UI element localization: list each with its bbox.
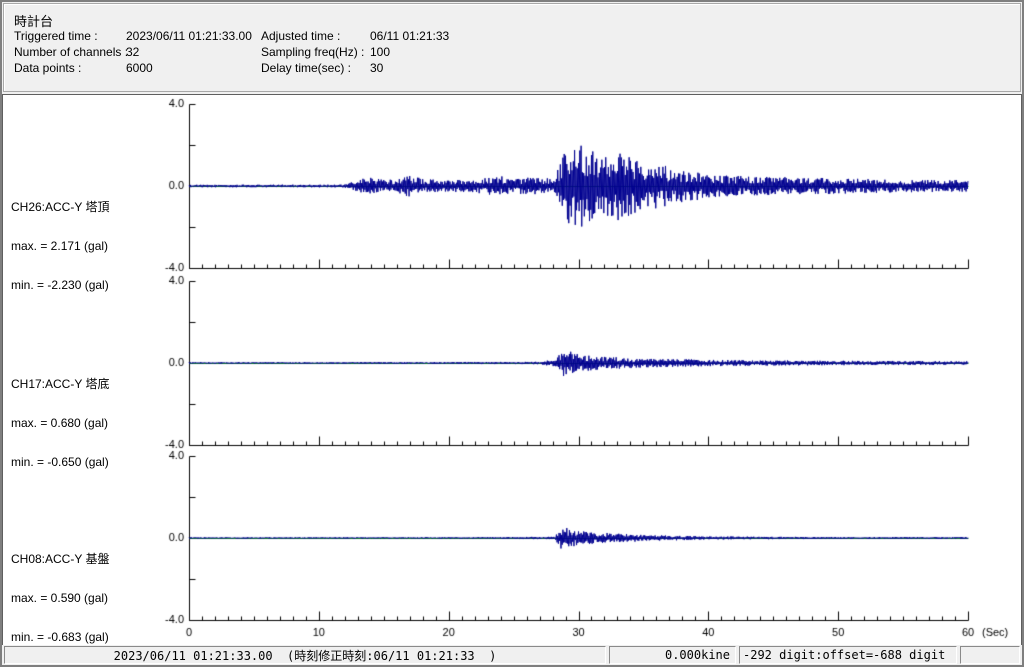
data-points-value: 6000 bbox=[126, 61, 153, 75]
status-time-panel: 2023/06/11 01:21:33.00 (時刻修正時刻:06/11 01:… bbox=[4, 646, 606, 664]
channel-name: CH17:ACC-Y 塔底 bbox=[11, 377, 110, 391]
delay-time-value: 30 bbox=[370, 61, 384, 75]
header-row: Number of channels : 32 Sampling freq(Hz… bbox=[4, 45, 1020, 59]
status-kine-value: 0.000kine bbox=[664, 648, 730, 662]
num-channels-label: Number of channels : bbox=[14, 45, 129, 59]
delay-time-label: Delay time(sec) : bbox=[261, 61, 352, 75]
channel-name: CH08:ACC-Y 基盤 bbox=[11, 552, 110, 566]
status-digit-value: -292 digit:offset=-688 digit bbox=[743, 648, 946, 662]
channel-min-value: min. = -2.230 (gal) bbox=[11, 278, 109, 292]
app-window: 時計台 Triggered time : 2023/06/11 01:21:33… bbox=[0, 0, 1024, 667]
adjusted-time-label: Adjusted time : bbox=[261, 29, 341, 43]
channel-name: CH26:ACC-Y 塔頂 bbox=[11, 200, 110, 214]
channel-max-value: max. = 0.590 (gal) bbox=[11, 591, 109, 605]
sampling-freq-label: Sampling freq(Hz) : bbox=[261, 45, 365, 59]
station-title: 時計台 bbox=[14, 14, 54, 29]
header-row: Data points : 6000 Delay time(sec) : 30 bbox=[4, 61, 1020, 75]
status-kine-panel: 0.000kine bbox=[609, 646, 736, 664]
triggered-time-label: Triggered time : bbox=[14, 29, 98, 43]
channel-label-block: CH26:ACC-Y 塔頂 max. = 2.171 (gal) min. = … bbox=[11, 175, 191, 318]
adjusted-time-value: 06/11 01:21:33 bbox=[370, 29, 450, 43]
header-panel: 時計台 Triggered time : 2023/06/11 01:21:33… bbox=[3, 3, 1021, 92]
channel-min-value: min. = -0.683 (gal) bbox=[11, 630, 109, 644]
triggered-time-value: 2023/06/11 01:21:33.00 bbox=[126, 29, 252, 43]
status-empty-panel bbox=[960, 646, 1020, 664]
chart-area: CH26:ACC-Y 塔頂 max. = 2.171 (gal) min. = … bbox=[2, 94, 1022, 647]
status-bar: 2023/06/11 01:21:33.00 (時刻修正時刻:06/11 01:… bbox=[2, 645, 1022, 665]
data-points-label: Data points : bbox=[14, 61, 82, 75]
sampling-freq-value: 100 bbox=[370, 45, 391, 59]
channel-max-value: max. = 0.680 (gal) bbox=[11, 416, 109, 430]
num-channels-value: 32 bbox=[126, 45, 140, 59]
channel-label-block: CH17:ACC-Y 塔底 max. = 0.680 (gal) min. = … bbox=[11, 352, 191, 495]
channel-max-value: max. = 2.171 (gal) bbox=[11, 239, 109, 253]
channel-min-value: min. = -0.650 (gal) bbox=[11, 455, 109, 469]
header-row: Triggered time : 2023/06/11 01:21:33.00 … bbox=[4, 29, 1020, 43]
status-time-text: 2023/06/11 01:21:33.00 (時刻修正時刻:06/11 01:… bbox=[113, 648, 497, 663]
status-digit-panel: -292 digit:offset=-688 digit bbox=[739, 646, 957, 664]
